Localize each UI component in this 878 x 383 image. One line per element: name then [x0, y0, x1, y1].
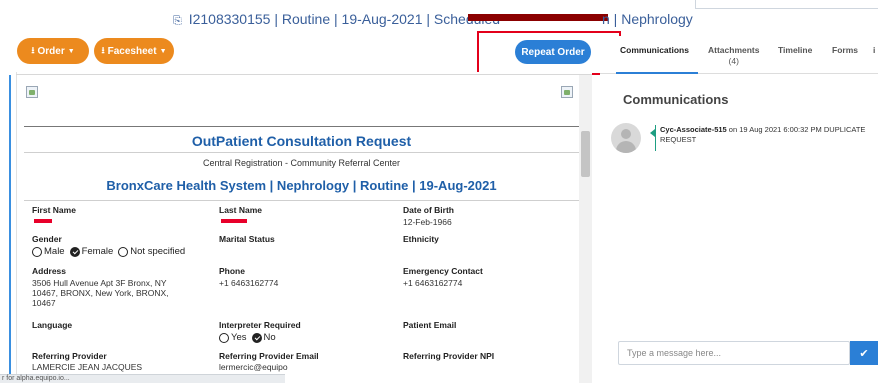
last-name-label: Last Name	[219, 205, 262, 215]
communications-title: Communications	[623, 92, 729, 107]
address-value: 3506 Hull Avenue Apt 3F Bronx, NY 10467,…	[32, 278, 169, 308]
tab-attachments-label: Attachments	[708, 45, 760, 55]
document-top-divider	[16, 74, 592, 75]
tab-attachments[interactable]: Attachments (4)	[708, 45, 759, 67]
facesheet-button-label: Facesheet	[107, 45, 157, 57]
divider	[24, 152, 579, 153]
tab-forms[interactable]: Forms	[832, 45, 858, 56]
language-label: Language	[32, 320, 73, 330]
tab-overflow-label: i	[873, 45, 876, 55]
redaction	[468, 14, 608, 21]
message-author: Cyc-Associate-515	[660, 125, 727, 134]
first-name-label: First Name	[32, 205, 76, 215]
phone-label: Phone	[219, 266, 245, 276]
tab-timeline[interactable]: Timeline	[778, 45, 812, 56]
address-label: Address	[32, 266, 67, 276]
check-icon: ✔	[859, 347, 869, 360]
interpreter-yes-radio[interactable]	[219, 332, 229, 343]
emergency-contact-label: Emergency Contact	[403, 266, 483, 276]
tab-communications[interactable]: Communications	[620, 45, 689, 56]
document-title: OutPatient Consultation Request	[191, 133, 412, 149]
interpreter-no-label: No	[263, 332, 276, 343]
divider	[24, 200, 579, 201]
interpreter-no-radio[interactable]	[251, 332, 262, 343]
referring-email-label: Referring Provider Email	[219, 351, 319, 361]
order-button[interactable]: ⭳ Order ▼	[17, 38, 89, 64]
document-subtitle: Central Registration - Community Referra…	[202, 158, 401, 168]
referring-email-value: lermercic@equipo	[219, 362, 288, 372]
ethnicity-label: Ethnicity	[403, 234, 439, 244]
document-scrollbar-thumb[interactable]	[581, 131, 590, 177]
tab-communications-label: Communications	[620, 45, 689, 55]
message-item: Cyc-Associate-515 on 19 Aug 2021 6:00:32…	[655, 125, 878, 151]
message-text: Cyc-Associate-515 on 19 Aug 2021 6:00:32…	[660, 125, 878, 145]
tab-overflow[interactable]: i	[873, 45, 875, 56]
gender-male-label: Male	[44, 246, 65, 257]
marital-status-label: Marital Status	[219, 234, 275, 244]
left-accent-border	[9, 75, 11, 383]
phone-value: +1 6463162774	[219, 278, 279, 288]
order-info: ⎘ I2108330155 | Routine | 19-Aug-2021 | …	[173, 11, 500, 28]
gender-not-specified-radio[interactable]	[118, 246, 129, 257]
caret-down-icon: ▼	[67, 47, 75, 55]
last-name-redaction	[221, 219, 247, 223]
browser-status-bar: r for alpha.equipo.io...	[0, 374, 285, 383]
tab-forms-label: Forms	[832, 45, 858, 55]
gender-male-radio[interactable]	[32, 246, 42, 257]
facesheet-button[interactable]: ⭳ Facesheet ▼	[94, 38, 174, 64]
download-icon: ⭳	[101, 45, 105, 55]
copy-icon[interactable]: ⎘	[173, 15, 182, 27]
interpreter-label: Interpreter Required	[219, 320, 301, 330]
document-frame	[16, 72, 592, 383]
order-info-text: I2108330155 | Routine | 19-Aug-2021 | Sc…	[188, 11, 501, 27]
order-button-label: Order	[37, 45, 65, 57]
gender-not-specified-label: Not specified	[130, 246, 186, 257]
referring-provider-value: LAMERCIE JEAN JACQUES	[32, 362, 143, 372]
document-scrollbar[interactable]	[579, 75, 592, 383]
gender-label: Gender	[32, 234, 62, 244]
download-icon: ⭳	[31, 45, 35, 55]
patient-email-label: Patient Email	[403, 320, 457, 330]
document-heading: BronxCare Health System | Nephrology | R…	[106, 178, 497, 193]
logo-image-right	[561, 86, 573, 98]
emergency-contact-value: +1 6463162774	[403, 278, 463, 288]
tab-attachments-count: (4)	[728, 56, 739, 66]
caret-down-icon: ▼	[159, 47, 167, 55]
gender-radio-group: Male Female Not specified	[32, 246, 185, 257]
right-panel	[600, 36, 878, 383]
interpreter-yes-label: Yes	[231, 332, 247, 343]
active-tab-indicator	[616, 72, 698, 74]
message-input[interactable]: Type a message here...	[618, 341, 850, 365]
tab-timeline-label: Timeline	[778, 45, 813, 55]
header-specialty: n | Nephrology	[602, 11, 693, 27]
referring-npi-label: Referring Provider NPI	[403, 351, 495, 361]
gender-female-label: Female	[81, 246, 114, 257]
first-name-redaction	[34, 219, 52, 223]
gender-female-radio[interactable]	[69, 246, 80, 257]
interpreter-radio-group: Yes No	[219, 332, 276, 343]
referring-provider-label: Referring Provider	[32, 351, 107, 361]
top-right-box	[695, 0, 878, 9]
app-root: ⎘ I2108330155 | Routine | 19-Aug-2021 | …	[0, 0, 878, 383]
logo-image-left	[26, 86, 38, 98]
send-button[interactable]: ✔	[850, 341, 878, 365]
dob-value: 12-Feb-1966	[403, 217, 452, 227]
divider	[24, 126, 579, 127]
user-avatar-icon	[611, 123, 641, 153]
dob-label: Date of Birth	[403, 205, 454, 215]
